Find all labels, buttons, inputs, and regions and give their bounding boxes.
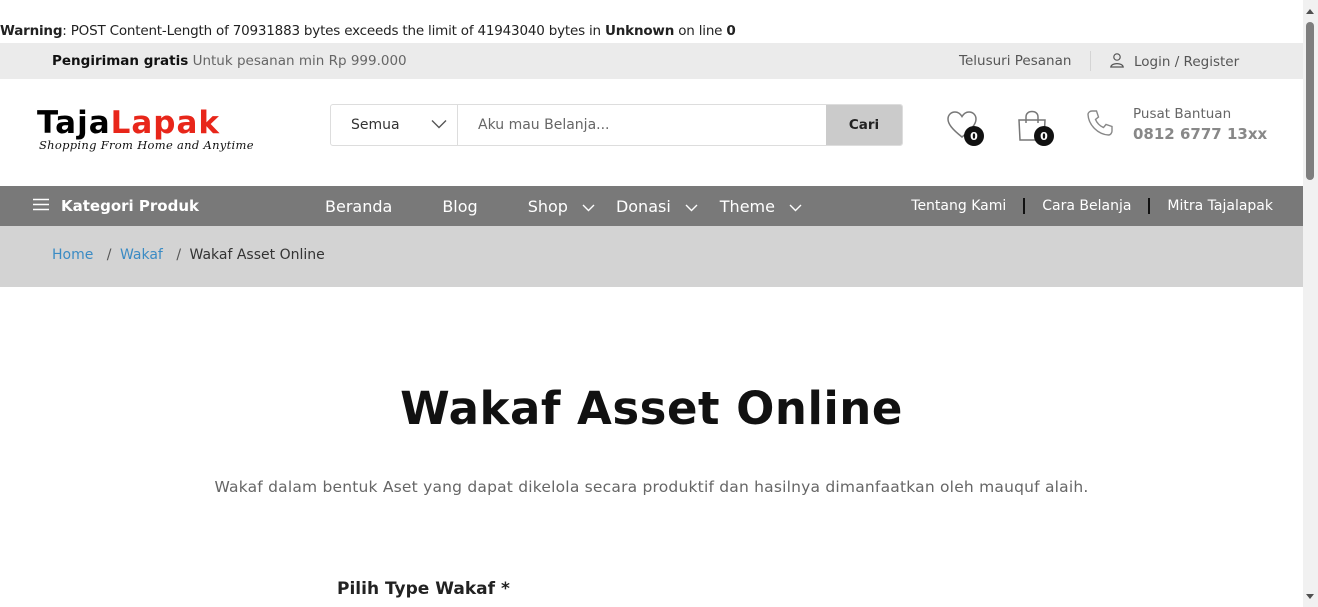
- search-button[interactable]: Cari: [826, 105, 902, 145]
- warning-line: 0: [726, 23, 736, 39]
- breadcrumb-current: Wakaf Asset Online: [189, 247, 325, 263]
- shipping-info: Pengiriman gratis Untuk pesanan min Rp 9…: [52, 53, 407, 69]
- main-nav: Kategori Produk Beranda Blog Shop Donasi…: [0, 186, 1303, 226]
- category-menu-label: Kategori Produk: [61, 197, 199, 215]
- wakaf-type-label: Pilih Type Wakaf *: [337, 579, 510, 599]
- topbar-divider: [1090, 51, 1091, 71]
- login-register-link[interactable]: Login / Register: [1109, 52, 1239, 72]
- nav-divider: [1023, 198, 1026, 214]
- warning-on-line: on line: [674, 23, 727, 39]
- nav-link-mitra-tajalapak[interactable]: Mitra Tajalapak: [1167, 198, 1273, 214]
- wishlist-button[interactable]: 0: [946, 110, 984, 146]
- warning-message: : POST Content-Length of 70931883 bytes …: [62, 23, 605, 39]
- page-scrollbar[interactable]: [1303, 0, 1318, 607]
- logo-part-1: Taja: [37, 105, 111, 141]
- breadcrumb-wakaf-link[interactable]: Wakaf: [120, 247, 163, 263]
- wishlist-count-badge: 0: [964, 126, 984, 146]
- search-category-value: Semua: [351, 117, 400, 133]
- nav-divider: [1148, 198, 1151, 214]
- logo-wordmark: TajaLapak: [37, 107, 254, 139]
- scroll-up-arrow-icon[interactable]: [1306, 9, 1314, 14]
- site-logo[interactable]: TajaLapak Shopping From Home and Anytime: [37, 107, 254, 152]
- breadcrumb-home-link[interactable]: Home: [52, 247, 93, 263]
- logo-part-2: Lapak: [110, 105, 221, 141]
- nav-item-label: Shop: [527, 196, 568, 216]
- logo-tagline: Shopping From Home and Anytime: [39, 138, 254, 152]
- nav-item-theme[interactable]: Theme: [720, 197, 802, 216]
- search-category-select[interactable]: Semua: [331, 105, 458, 145]
- user-icon: [1109, 52, 1125, 72]
- nav-link-tentang-kami[interactable]: Tentang Kami: [911, 198, 1006, 214]
- help-center-phone: 0812 6777 13xx: [1133, 125, 1268, 143]
- nav-item-label: Blog: [442, 196, 478, 216]
- secondary-menu: Tentang Kami Cara Belanja Mitra Tajalapa…: [911, 186, 1273, 226]
- php-warning: Warning: POST Content-Length of 70931883…: [0, 23, 736, 43]
- shipping-text: Untuk pesanan min Rp 999.000: [192, 53, 407, 69]
- chevron-down-icon: [789, 197, 802, 216]
- page-title: Wakaf Asset Online: [400, 382, 903, 435]
- search-bar: Semua Cari: [330, 104, 903, 146]
- chevron-down-icon: [431, 117, 447, 133]
- phone-icon: [1086, 109, 1114, 141]
- scrollbar-thumb[interactable]: [1306, 22, 1314, 180]
- hamburger-icon: [33, 197, 49, 215]
- nav-link-cara-belanja[interactable]: Cara Belanja: [1042, 198, 1131, 214]
- top-bar: Pengiriman gratis Untuk pesanan min Rp 9…: [0, 43, 1303, 79]
- nav-item-label: Beranda: [325, 196, 393, 216]
- login-register-label: Login / Register: [1134, 54, 1240, 70]
- nav-item-blog[interactable]: Blog: [442, 197, 477, 216]
- site-header: TajaLapak Shopping From Home and Anytime…: [0, 79, 1303, 186]
- nav-item-beranda[interactable]: Beranda: [325, 197, 392, 216]
- nav-item-label: Theme: [719, 196, 775, 216]
- nav-item-donasi[interactable]: Donasi: [616, 197, 698, 216]
- nav-item-label: Donasi: [615, 196, 671, 216]
- help-center[interactable]: Pusat Bantuan 0812 6777 13xx: [1086, 106, 1267, 143]
- nav-item-shop[interactable]: Shop: [528, 197, 595, 216]
- warning-prefix: Warning: [0, 23, 63, 39]
- breadcrumb-separator: /: [106, 247, 112, 263]
- search-input[interactable]: [458, 105, 826, 145]
- chevron-down-icon: [685, 197, 698, 216]
- primary-menu: Beranda Blog Shop Donasi Theme: [325, 186, 802, 226]
- help-center-label: Pusat Bantuan: [1133, 106, 1232, 122]
- breadcrumb: Home / Wakaf / Wakaf Asset Online: [0, 226, 1303, 287]
- chevron-down-icon: [582, 197, 595, 216]
- warning-file: Unknown: [605, 23, 675, 39]
- cart-button[interactable]: 0: [1016, 110, 1054, 146]
- cart-count-badge: 0: [1034, 126, 1054, 146]
- scroll-down-arrow-icon[interactable]: [1306, 594, 1314, 599]
- page-description: Wakaf dalam bentuk Aset yang dapat dikel…: [214, 478, 1089, 496]
- shipping-bold: Pengiriman gratis: [52, 53, 189, 69]
- category-menu-button[interactable]: Kategori Produk: [33, 186, 199, 226]
- track-order-link[interactable]: Telusuri Pesanan: [959, 53, 1071, 69]
- breadcrumb-separator: /: [176, 247, 182, 263]
